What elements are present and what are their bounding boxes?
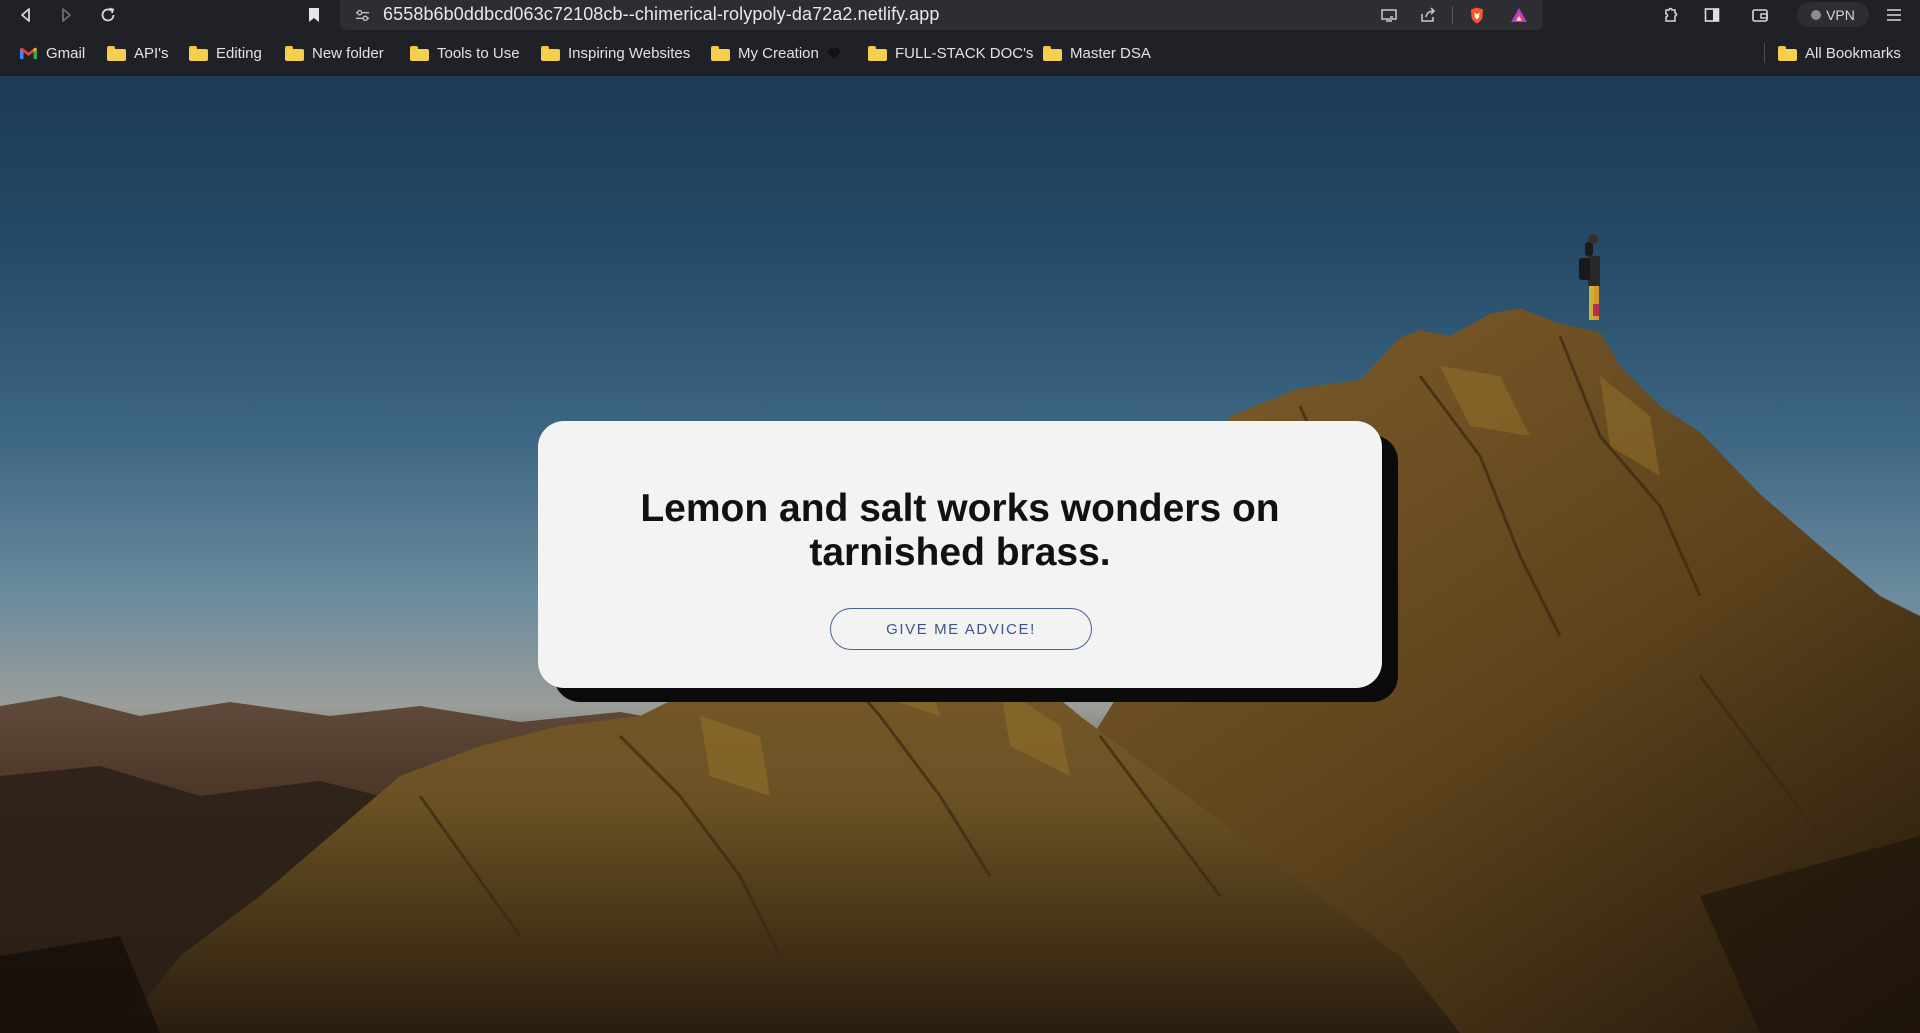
heart-icon [827, 47, 841, 59]
cast-icon[interactable] [1380, 6, 1398, 24]
bookmark-folder-inspiring[interactable]: Inspiring Websites [541, 43, 690, 63]
bookmark-label: API's [134, 44, 169, 62]
all-bookmarks-button[interactable]: All Bookmarks [1778, 43, 1901, 63]
bookmark-button[interactable] [302, 3, 326, 27]
share-icon[interactable] [1419, 6, 1437, 24]
extensions-button[interactable] [1658, 3, 1682, 27]
folder-icon [711, 45, 730, 61]
folder-icon [1778, 45, 1797, 61]
vpn-button[interactable]: VPN [1797, 2, 1869, 27]
reload-button[interactable] [96, 3, 120, 27]
bookmark-label: Inspiring Websites [568, 44, 691, 62]
bookmark-folder-editing[interactable]: Editing [189, 43, 262, 63]
bookmark-folder-my-creation[interactable]: My Creation [711, 43, 841, 63]
menu-icon [1887, 9, 1901, 21]
bookmark-folder-tools[interactable]: Tools to Use [410, 43, 520, 63]
forward-icon [62, 8, 71, 22]
folder-icon [410, 45, 429, 61]
url-separator [1452, 6, 1453, 24]
vpn-status-icon [1811, 9, 1822, 20]
folder-icon [1043, 45, 1062, 61]
sidebar-icon [1704, 8, 1720, 22]
wallet-button[interactable] [1748, 3, 1772, 27]
site-info-icon[interactable] [353, 6, 371, 24]
hiker-figure [1579, 234, 1600, 320]
bookmark-folder-new-folder[interactable]: New folder [285, 43, 384, 63]
bookmark-label: Tools to Use [437, 44, 520, 62]
folder-icon [189, 45, 208, 61]
bookmark-label: Master DSA [1070, 44, 1151, 62]
folder-icon [107, 45, 126, 61]
address-bar[interactable]: 6558b6b0ddbcd063c72108cb--chimerical-rol… [340, 0, 1543, 30]
folder-icon [868, 45, 887, 61]
bookmark-folder-master-dsa[interactable]: Master DSA [1043, 43, 1151, 63]
brave-rewards-icon[interactable] [1510, 6, 1528, 24]
advice-card: Lemon and salt works wonders on tarnishe… [538, 421, 1382, 688]
bookmark-label: Gmail [46, 44, 86, 62]
all-bookmarks-label: All Bookmarks [1805, 44, 1901, 62]
extensions-icon [1665, 7, 1678, 22]
advice-text: Lemon and salt works wonders on tarnishe… [640, 487, 1280, 574]
bookmark-folder-fullstack[interactable]: FULL-STACK DOC's [868, 43, 1033, 63]
bookmark-label: FULL-STACK DOC's [895, 44, 1034, 62]
bookmark-label: New folder [312, 44, 384, 62]
back-icon [21, 8, 30, 22]
bookmark-label: Editing [216, 44, 262, 62]
folder-icon [541, 45, 560, 61]
forward-button[interactable] [54, 3, 78, 27]
bookmark-icon [309, 8, 319, 22]
bookmark-folder-apis[interactable]: API's [107, 43, 169, 63]
browser-toolbar: 6558b6b0ddbcd063c72108cb--chimerical-rol… [0, 0, 1920, 31]
url-text[interactable]: 6558b6b0ddbcd063c72108cb--chimerical-rol… [383, 4, 939, 25]
menu-button[interactable] [1882, 3, 1906, 27]
bookmarks-separator [1764, 43, 1765, 63]
page-viewport: Lemon and salt works wonders on tarnishe… [0, 76, 1920, 1033]
sidebar-button[interactable] [1700, 3, 1724, 27]
brave-shields-icon[interactable] [1468, 6, 1486, 24]
bookmarks-bar: Gmail API's Editing New folder Tools to … [0, 31, 1920, 76]
give-advice-button[interactable]: GIVE ME ADVICE! [830, 608, 1092, 650]
vpn-label: VPN [1826, 6, 1855, 23]
back-button[interactable] [14, 3, 38, 27]
bookmark-gmail[interactable]: Gmail [19, 43, 85, 63]
folder-icon [285, 45, 304, 61]
wallet-icon [1752, 9, 1768, 22]
gmail-icon [20, 47, 37, 59]
reload-icon [101, 7, 115, 22]
bookmark-label: My Creation [738, 44, 819, 62]
